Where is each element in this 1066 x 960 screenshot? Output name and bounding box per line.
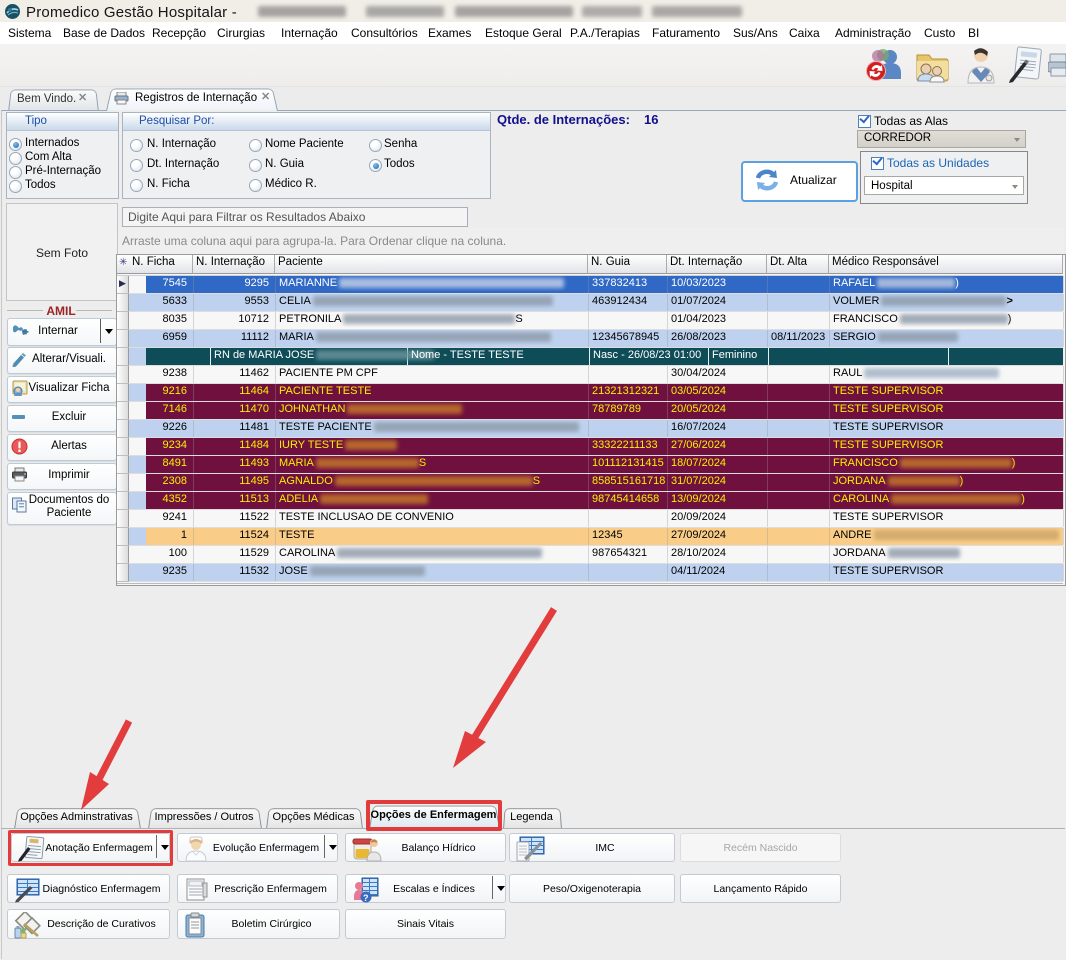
svg-text:?: ?	[363, 893, 369, 903]
